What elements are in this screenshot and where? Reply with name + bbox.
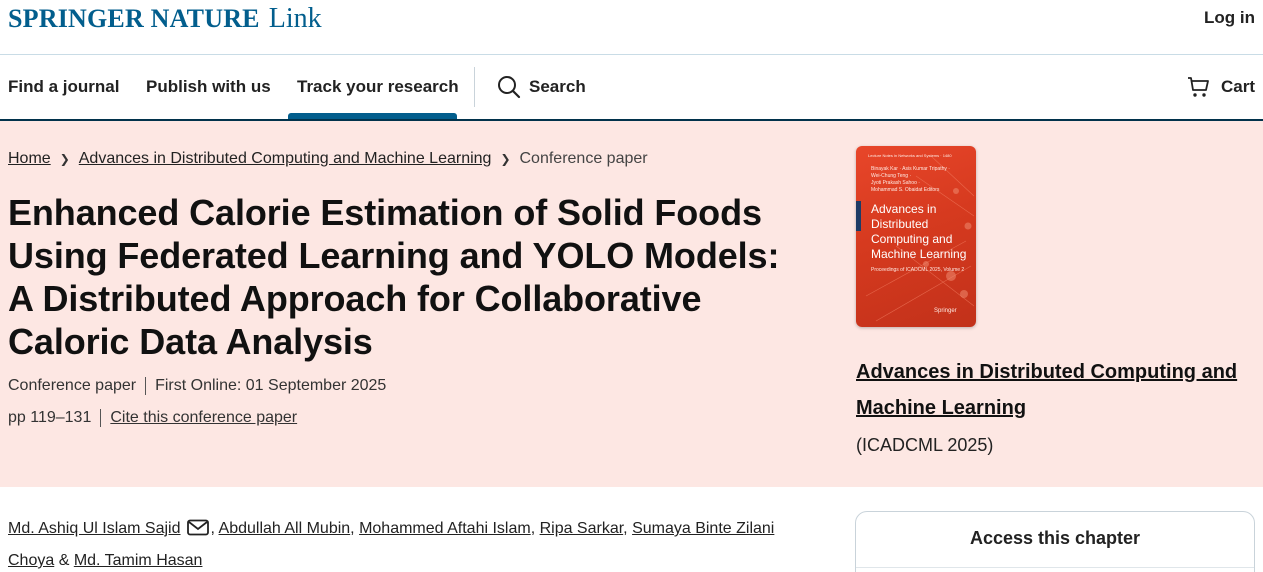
cover-editor-line: Jyoti Prakash Sahoo · — [871, 180, 920, 186]
first-online-date: First Online: 01 September 2025 — [155, 377, 387, 394]
cover-title: Advances in Distributed Computing and Ma… — [871, 202, 967, 261]
breadcrumb-book[interactable]: Advances in Distributed Computing and Ma… — [79, 150, 492, 168]
meta-divider — [145, 377, 147, 395]
cover-publisher-logo: Springer — [934, 308, 957, 314]
author-link[interactable]: Abdullah All Mubin — [219, 520, 351, 537]
access-chapter-panel: Access this chapter — [855, 511, 1255, 572]
breadcrumb-home[interactable]: Home — [8, 150, 51, 168]
cover-editor-line: Binayak Kar · Asis Kumar Tripathy · — [871, 166, 950, 172]
search-icon — [498, 76, 521, 99]
login-link[interactable]: Log in — [1204, 8, 1255, 28]
search-label: Search — [529, 77, 586, 96]
book-cover[interactable]: Lecture Notes in Networks and Systems · … — [856, 146, 976, 327]
email-icon[interactable] — [186, 519, 209, 536]
divider — [856, 567, 1254, 568]
author-link[interactable]: Md. Tamim Hasan — [74, 552, 203, 569]
author-link[interactable]: Md. Ashiq Ul Islam Sajid — [8, 520, 181, 537]
breadcrumb: Home ❯ Advances in Distributed Computing… — [8, 150, 648, 168]
author-link[interactable]: Ripa Sarkar — [540, 520, 624, 537]
nav-track-your-research[interactable]: Track your research — [297, 77, 459, 97]
chevron-right-icon: ❯ — [59, 152, 70, 166]
article-meta: Conference paper First Online: 01 Septem… — [8, 377, 386, 395]
cart-label: Cart — [1220, 77, 1255, 96]
cover-proceedings: Proceedings of ICADCML 2025, Volume 2 — [871, 267, 965, 273]
page-range: pp 119–131 — [8, 409, 92, 426]
cover-editor-line: Wei-Chung Teng · — [871, 173, 912, 179]
article-type: Conference paper — [8, 377, 137, 394]
meta-divider — [100, 409, 102, 427]
author-link[interactable]: Mohammed Aftahi Islam — [359, 520, 531, 537]
cart-button[interactable]: Cart — [1187, 75, 1255, 99]
cite-link[interactable]: Cite this conference paper — [110, 409, 297, 427]
breadcrumb-current: Conference paper — [519, 150, 648, 167]
author-list: Md. Ashiq Ul Islam Sajid, Abdullah All M… — [8, 519, 775, 569]
nav-publish-with-us[interactable]: Publish with us — [146, 77, 271, 97]
chevron-right-icon: ❯ — [500, 152, 511, 166]
cover-series: Lecture Notes in Networks and Systems · … — [868, 153, 952, 158]
nav-find-a-journal[interactable]: Find a journal — [8, 77, 119, 97]
conference-acronym: (ICADCML 2025) — [856, 435, 994, 455]
article-pages-meta: pp 119–131 Cite this conference paper — [8, 409, 297, 427]
cart-icon — [1187, 77, 1209, 97]
article-hero: Home ❯ Advances in Distributed Computing… — [0, 121, 1263, 487]
access-title: Access this chapter — [969, 528, 1141, 548]
top-bar: SPRINGER NATURE Link Log in — [0, 0, 1263, 55]
logo-suffix: Link — [268, 3, 322, 34]
book-title-link[interactable]: Advances in Distributed Computing and Ma… — [856, 354, 1256, 426]
search-button[interactable]: Search — [497, 75, 586, 99]
active-nav-indicator — [288, 113, 457, 119]
main-navigation: Find a journal Publish with us Track you… — [0, 55, 1263, 121]
springer-nature-link-logo[interactable]: SPRINGER NATURE Link — [8, 3, 322, 35]
nav-divider — [474, 67, 475, 107]
cover-editors: Binayak Kar · Asis Kumar Tripathy · Wei-… — [871, 166, 950, 194]
page-title: Enhanced Calorie Estimation of Solid Foo… — [8, 192, 780, 362]
cover-accent-strip — [856, 201, 861, 231]
cover-editor-line: Mohammad S. Obaidat Editors — [871, 187, 940, 193]
logo-brand: SPRINGER NATURE — [8, 4, 260, 33]
